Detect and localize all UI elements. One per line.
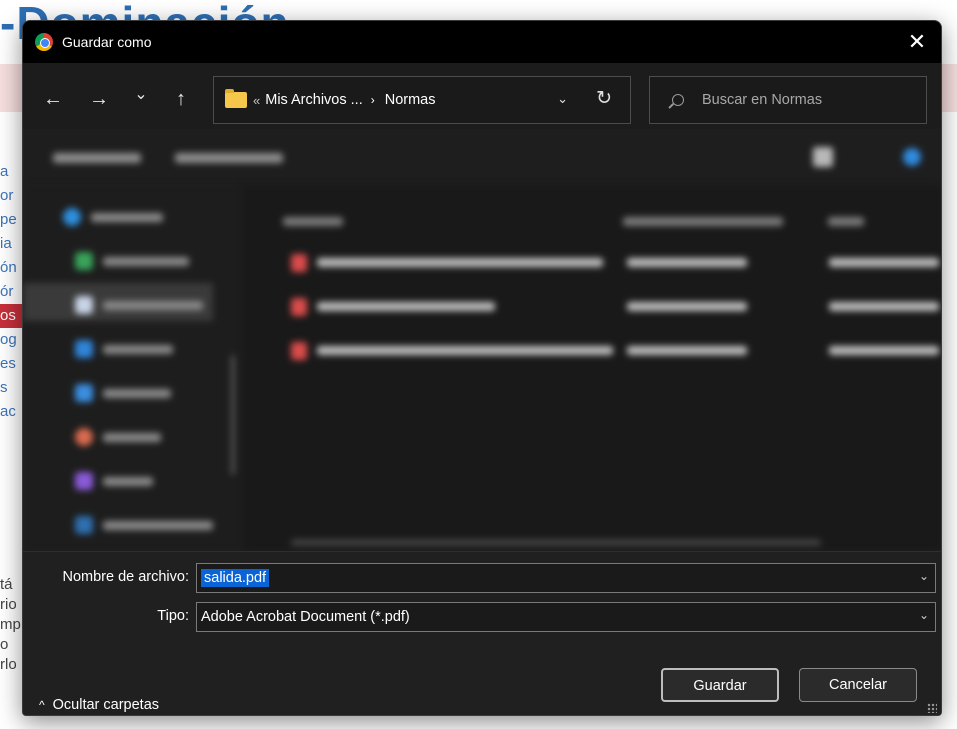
file-list-scrollbar[interactable] xyxy=(291,540,821,545)
background-nav-item: og xyxy=(0,331,17,348)
help-icon[interactable] xyxy=(903,148,921,166)
hide-folders-toggle[interactable]: ^ Ocultar carpetas xyxy=(39,697,159,713)
address-dropdown-chevron-icon[interactable]: ⌄ xyxy=(557,91,568,107)
background-text-fragment: o xyxy=(0,636,9,653)
breadcrumb-parent[interactable]: Mis Archivos ... xyxy=(265,92,363,108)
save-as-dialog: Guardar como ✕ ← → ⌄ ↑ « Mis Archivos ..… xyxy=(22,20,942,716)
resize-grip-icon[interactable] xyxy=(927,703,937,713)
background-text-fragment: rio xyxy=(0,596,17,613)
command-bar xyxy=(23,129,941,185)
background-nav-item: es xyxy=(0,355,16,372)
background-nav-item: ór xyxy=(0,283,14,300)
pdf-file-icon xyxy=(291,254,307,272)
nav-item[interactable] xyxy=(75,469,153,493)
background-text-fragment: tá xyxy=(0,576,13,593)
filename-field[interactable]: salida.pdf ⌄ xyxy=(196,563,936,593)
search-box[interactable] xyxy=(649,76,927,124)
column-header-type[interactable] xyxy=(828,217,864,226)
background-text-column: tá rio mp o rlo xyxy=(0,575,24,675)
nav-item[interactable] xyxy=(75,513,213,537)
column-header-modified[interactable] xyxy=(623,217,783,226)
cancel-button[interactable]: Cancelar xyxy=(799,668,917,702)
background-nav-item: ac xyxy=(0,403,16,420)
dialog-title: Guardar como xyxy=(62,34,152,50)
music-icon xyxy=(75,428,93,446)
up-arrow-icon[interactable]: ↑ xyxy=(167,85,195,113)
pdf-file-icon xyxy=(291,298,307,316)
table-row[interactable] xyxy=(243,247,941,277)
organize-button[interactable] xyxy=(53,153,141,163)
nav-item[interactable] xyxy=(63,205,163,229)
chevron-up-icon: ^ xyxy=(39,698,45,712)
address-bar[interactable]: « Mis Archivos ... › Normas ⌄ ↻ xyxy=(213,76,631,124)
drive-icon xyxy=(75,516,93,534)
navigation-bar: ← → ⌄ ↑ « Mis Archivos ... › Normas ⌄ ↻ xyxy=(23,63,941,129)
nav-item[interactable] xyxy=(75,381,171,405)
folder-icon xyxy=(225,89,247,108)
background-nav-item: a xyxy=(0,163,9,180)
background-nav-item: os xyxy=(0,304,24,328)
background-nav-item: ón xyxy=(0,259,17,276)
background-nav-item: ia xyxy=(0,235,12,252)
hide-folders-label: Ocultar carpetas xyxy=(52,697,160,713)
nav-item[interactable] xyxy=(75,293,203,317)
search-input[interactable] xyxy=(702,92,902,108)
background-text-fragment: rlo xyxy=(0,656,17,673)
file-type-value: Adobe Acrobat Document (*.pdf) xyxy=(201,609,410,625)
file-type-label: Tipo: xyxy=(157,608,189,624)
save-form: Nombre de archivo: salida.pdf ⌄ Tipo: Ad… xyxy=(23,551,941,715)
background-nav-item: or xyxy=(0,187,14,204)
back-arrow-icon[interactable]: ← xyxy=(39,85,67,113)
breadcrumb-chevron-icon[interactable]: › xyxy=(371,93,375,107)
breadcrumb-current[interactable]: Normas xyxy=(385,92,436,108)
filename-value[interactable]: salida.pdf xyxy=(201,569,270,587)
file-type-select[interactable]: Adobe Acrobat Document (*.pdf) ⌄ xyxy=(196,602,936,632)
nav-item[interactable] xyxy=(75,425,161,449)
pdf-file-icon xyxy=(291,342,307,360)
recent-locations-chevron-icon[interactable]: ⌄ xyxy=(127,81,155,109)
cloud-icon xyxy=(63,208,81,226)
new-folder-button[interactable] xyxy=(175,153,283,163)
desktop-icon xyxy=(75,340,93,358)
background-nav-item: pe xyxy=(0,211,17,228)
documents-icon xyxy=(75,296,93,314)
nav-item[interactable] xyxy=(75,249,189,273)
nav-item[interactable] xyxy=(75,337,173,361)
table-row[interactable] xyxy=(243,335,941,365)
background-nav: a or pe ia ón ór os og es s ac xyxy=(0,160,24,424)
forward-arrow-icon[interactable]: → xyxy=(85,85,113,113)
background-nav-item: s xyxy=(0,379,8,396)
table-row[interactable] xyxy=(243,291,941,321)
view-options-icon[interactable] xyxy=(813,147,833,167)
file-list xyxy=(243,185,941,551)
navigation-pane xyxy=(23,185,243,551)
filename-label: Nombre de archivo: xyxy=(62,569,189,585)
refresh-icon[interactable]: ↻ xyxy=(596,87,612,110)
save-button[interactable]: Guardar xyxy=(661,668,779,702)
downloads-icon xyxy=(75,252,93,270)
file-type-dropdown-chevron-icon[interactable]: ⌄ xyxy=(919,608,929,622)
column-header-name[interactable] xyxy=(283,217,343,226)
chrome-icon xyxy=(35,33,53,51)
breadcrumb-overflow-icon[interactable]: « xyxy=(253,93,260,108)
close-button[interactable]: ✕ xyxy=(901,26,933,58)
filename-dropdown-chevron-icon[interactable]: ⌄ xyxy=(919,569,929,583)
search-icon xyxy=(672,94,684,106)
navigation-scrollbar[interactable] xyxy=(231,355,235,475)
pictures-icon xyxy=(75,384,93,402)
dialog-titlebar: Guardar como ✕ xyxy=(23,21,941,63)
background-text-fragment: mp xyxy=(0,616,21,633)
videos-icon xyxy=(75,472,93,490)
